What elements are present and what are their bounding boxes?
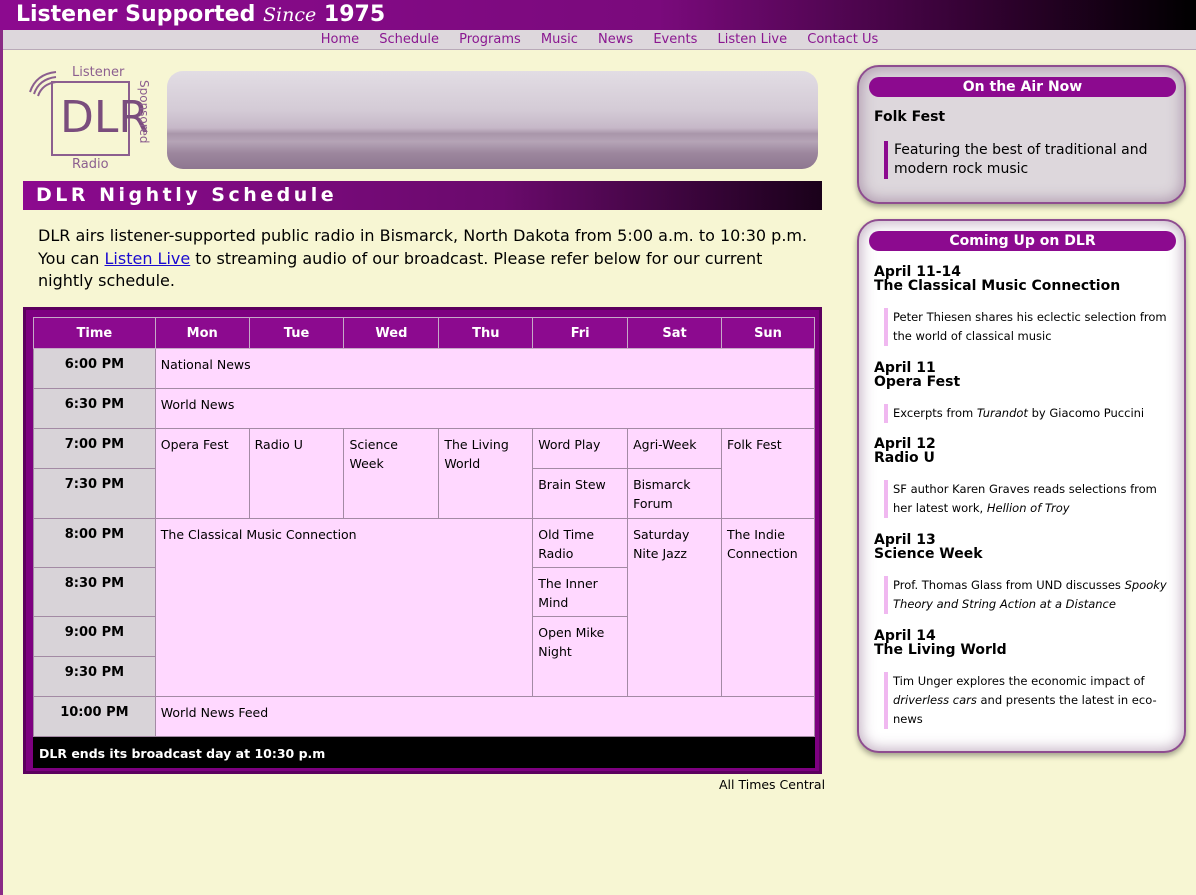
- desc-text: by Giacomo Puccini: [1027, 406, 1145, 420]
- logo-sponsored: Sponsored: [137, 80, 151, 143]
- logo-letters: DLR: [60, 92, 149, 143]
- upcoming-description: Excerpts from Turandot by Giacomo Puccin…: [884, 404, 1174, 423]
- show-science-week[interactable]: Science Week: [343, 428, 440, 519]
- show-word-play[interactable]: Word Play: [532, 428, 629, 469]
- desc-text: Prof. Thomas Glass from UND discusses: [893, 578, 1125, 592]
- logo-radio: Radio: [72, 157, 109, 172]
- schedule-table: Time Mon Tue Wed Thu Fri Sat Sun 6:00 PM…: [33, 317, 816, 768]
- upcoming-description: SF author Karen Graves reads selections …: [884, 480, 1174, 518]
- site-header: Listener Supported Since 1975: [0, 0, 1196, 30]
- col-tue: Tue: [248, 317, 345, 349]
- broadcast-end-note: DLR ends its broadcast day at 10:30 p.m: [33, 736, 815, 768]
- col-sun: Sun: [721, 317, 815, 349]
- coming-up-heading: Coming Up on DLR: [869, 231, 1176, 251]
- time-cell: 8:00 PM: [33, 518, 156, 568]
- upcoming-description: Tim Unger explores the economic impact o…: [884, 672, 1174, 729]
- time-cell: 9:00 PM: [33, 616, 156, 657]
- show-national-news[interactable]: National News: [154, 348, 816, 389]
- table-row: 6:00 PM National News: [33, 348, 816, 389]
- show-saturday-jazz[interactable]: Saturday Nite Jazz: [627, 518, 722, 697]
- upcoming-show[interactable]: Science Week: [874, 547, 1174, 562]
- time-cell: 8:30 PM: [33, 567, 156, 617]
- prairie-banner-image: [167, 71, 818, 169]
- nav-events[interactable]: Events: [653, 32, 697, 47]
- show-bismarck-forum[interactable]: Bismarck Forum: [627, 468, 722, 519]
- desc-text: Excerpts from: [893, 406, 977, 420]
- desc-title: driverless cars: [893, 693, 977, 707]
- time-zone-note: All Times Central: [719, 777, 826, 792]
- upcoming-item: April 11-14 The Classical Music Connecti…: [874, 265, 1174, 346]
- on-air-heading: On the Air Now: [869, 77, 1176, 97]
- col-mon: Mon: [154, 317, 250, 349]
- header-title: Listener Supported: [16, 2, 256, 27]
- show-brain-stew[interactable]: Brain Stew: [532, 468, 629, 519]
- show-opera-fest[interactable]: Opera Fest: [154, 428, 250, 519]
- time-cell: 6:30 PM: [33, 388, 156, 429]
- time-cell: 6:00 PM: [33, 348, 156, 389]
- show-world-news[interactable]: World News: [154, 388, 816, 429]
- show-radio-u[interactable]: Radio U: [248, 428, 345, 519]
- upcoming-show[interactable]: The Living World: [874, 643, 1174, 658]
- upcoming-item: April 12 Radio U SF author Karen Graves …: [874, 437, 1174, 518]
- upcoming-show[interactable]: The Classical Music Connection: [874, 279, 1174, 294]
- main-nav: Home Schedule Programs Music News Events…: [3, 30, 1196, 50]
- on-air-description: Featuring the best of traditional and mo…: [884, 141, 1164, 179]
- table-row: 6:30 PM World News: [33, 388, 816, 429]
- upcoming-show[interactable]: Opera Fest: [874, 375, 1174, 390]
- desc-title: Hellion of Troy: [986, 501, 1070, 515]
- nav-home[interactable]: Home: [321, 32, 359, 47]
- nav-schedule[interactable]: Schedule: [379, 32, 439, 47]
- nav-listen-live[interactable]: Listen Live: [717, 32, 787, 47]
- desc-title: Turandot: [976, 406, 1028, 420]
- nav-programs[interactable]: Programs: [459, 32, 521, 47]
- col-thu: Thu: [438, 317, 534, 349]
- upcoming-description: Prof. Thomas Glass from UND discusses Sp…: [884, 576, 1174, 614]
- show-folk-fest[interactable]: Folk Fest: [721, 428, 815, 519]
- nav-music[interactable]: Music: [541, 32, 578, 47]
- coming-up-panel: Coming Up on DLR April 11-14 The Classic…: [857, 219, 1186, 753]
- dlr-logo[interactable]: Listener DLR Radio Sponsored: [26, 62, 156, 172]
- table-row: 10:00 PM World News Feed: [33, 696, 816, 737]
- left-border: [0, 0, 3, 895]
- time-cell: 7:30 PM: [33, 468, 156, 519]
- logo-listener: Listener: [72, 65, 125, 80]
- show-agri-week[interactable]: Agri-Week: [627, 428, 722, 469]
- time-cell: 9:30 PM: [33, 656, 156, 697]
- col-wed: Wed: [343, 317, 440, 349]
- table-footer-row: DLR ends its broadcast day at 10:30 p.m: [33, 736, 815, 768]
- upcoming-description: Peter Thiesen shares his eclectic select…: [884, 308, 1174, 346]
- col-sat: Sat: [627, 317, 722, 349]
- schedule-heading: DLR Nightly Schedule: [23, 181, 822, 210]
- upcoming-item: April 14 The Living World Tim Unger expl…: [874, 629, 1174, 729]
- schedule-intro: DLR airs listener-supported public radio…: [38, 225, 808, 293]
- col-fri: Fri: [532, 317, 629, 349]
- table-row: 8:00 PM The Classical Music Connection O…: [33, 518, 815, 697]
- upcoming-item: April 11 Opera Fest Excerpts from Turand…: [874, 361, 1174, 423]
- table-header-row: Time Mon Tue Wed Thu Fri Sat Sun: [33, 317, 815, 349]
- upcoming-show[interactable]: Radio U: [874, 451, 1174, 466]
- show-living-world[interactable]: The Living World: [438, 428, 534, 519]
- time-cell: 10:00 PM: [33, 696, 156, 737]
- upcoming-item: April 13 Science Week Prof. Thomas Glass…: [874, 533, 1174, 614]
- listen-live-link[interactable]: Listen Live: [105, 249, 191, 268]
- on-air-panel: On the Air Now Folk Fest Featuring the b…: [857, 65, 1186, 204]
- on-air-title: Folk Fest: [874, 109, 946, 125]
- desc-text: Tim Unger explores the economic impact o…: [893, 674, 1145, 688]
- show-indie-connection[interactable]: The Indie Connection: [721, 518, 815, 697]
- schedule-table-frame: Time Mon Tue Wed Thu Fri Sat Sun 6:00 PM…: [23, 307, 822, 774]
- time-cell: 7:00 PM: [33, 428, 156, 469]
- table-row: 7:00 PM Opera Fest Radio U Science Week …: [33, 428, 815, 519]
- show-open-mike[interactable]: Open Mike Night: [532, 616, 629, 697]
- header-year: 1975: [323, 2, 386, 27]
- nav-contact-us[interactable]: Contact Us: [807, 32, 878, 47]
- show-old-time-radio[interactable]: Old Time Radio: [532, 518, 629, 568]
- header-since: Since: [263, 4, 317, 26]
- show-world-news-feed[interactable]: World News Feed: [154, 696, 816, 737]
- nav-news[interactable]: News: [598, 32, 633, 47]
- show-inner-mind[interactable]: The Inner Mind: [532, 567, 629, 617]
- show-classical-music[interactable]: The Classical Music Connection: [154, 518, 534, 697]
- col-time: Time: [33, 317, 156, 349]
